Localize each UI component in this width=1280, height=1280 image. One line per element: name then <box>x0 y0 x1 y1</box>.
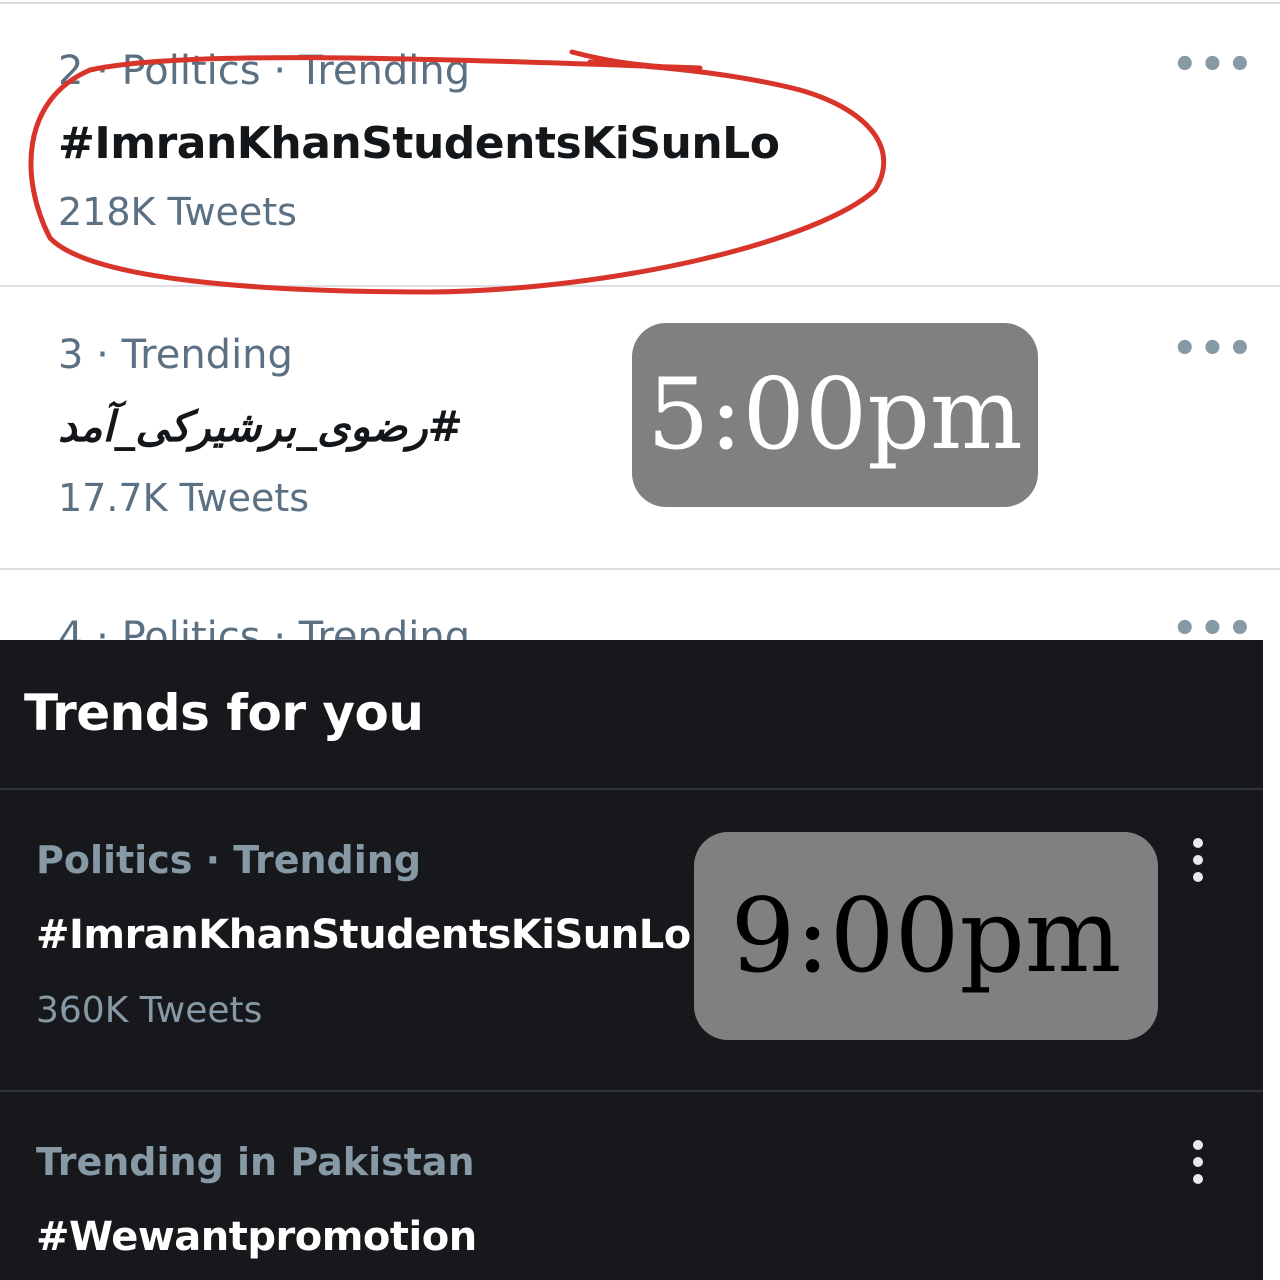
page-margin <box>1263 640 1280 1280</box>
trend-hashtag[interactable]: #Wewantpromotion <box>36 1214 477 1260</box>
more-options-icon[interactable]: ••• <box>1172 606 1255 640</box>
time-label-badge: 9:00pm <box>694 832 1158 1040</box>
trend-item-4[interactable]: 4 · Politics · Trending ••• <box>0 570 1280 640</box>
trend-tweet-count: 218K Tweets <box>58 190 297 234</box>
trend-hashtag[interactable]: #رضوی_برشیرکی_آمد <box>58 402 463 451</box>
more-vertical-icon[interactable] <box>1186 838 1210 888</box>
time-label-badge: 5:00pm <box>632 323 1038 507</box>
trend-meta: Politics · Trending <box>36 838 422 882</box>
more-vertical-icon[interactable] <box>1186 1140 1210 1190</box>
more-options-icon[interactable]: ••• <box>1172 326 1255 372</box>
light-trends-panel: 2 · Politics · Trending #ImranKhanStuden… <box>0 0 1280 640</box>
trend-meta: 4 · Politics · Trending <box>58 614 471 640</box>
trend-item-2[interactable]: 2 · Politics · Trending #ImranKhanStuden… <box>0 0 1280 286</box>
more-options-icon[interactable]: ••• <box>1172 42 1255 88</box>
trend-tweet-count: 360K Tweets <box>36 990 263 1031</box>
trend-item[interactable]: Trending in Pakistan #Wewantpromotion <box>0 1092 1263 1280</box>
trend-meta: 3 · Trending <box>58 332 293 378</box>
trend-meta: 2 · Politics · Trending <box>58 48 471 94</box>
section-title: Trends for you <box>24 684 424 742</box>
trend-hashtag[interactable]: #ImranKhanStudentsKiSunLo <box>58 118 780 169</box>
trend-tweet-count: 17.7K Tweets <box>58 476 310 520</box>
trend-hashtag[interactable]: #ImranKhanStudentsKiSunLo <box>36 912 691 958</box>
trend-meta: Trending in Pakistan <box>36 1140 475 1184</box>
